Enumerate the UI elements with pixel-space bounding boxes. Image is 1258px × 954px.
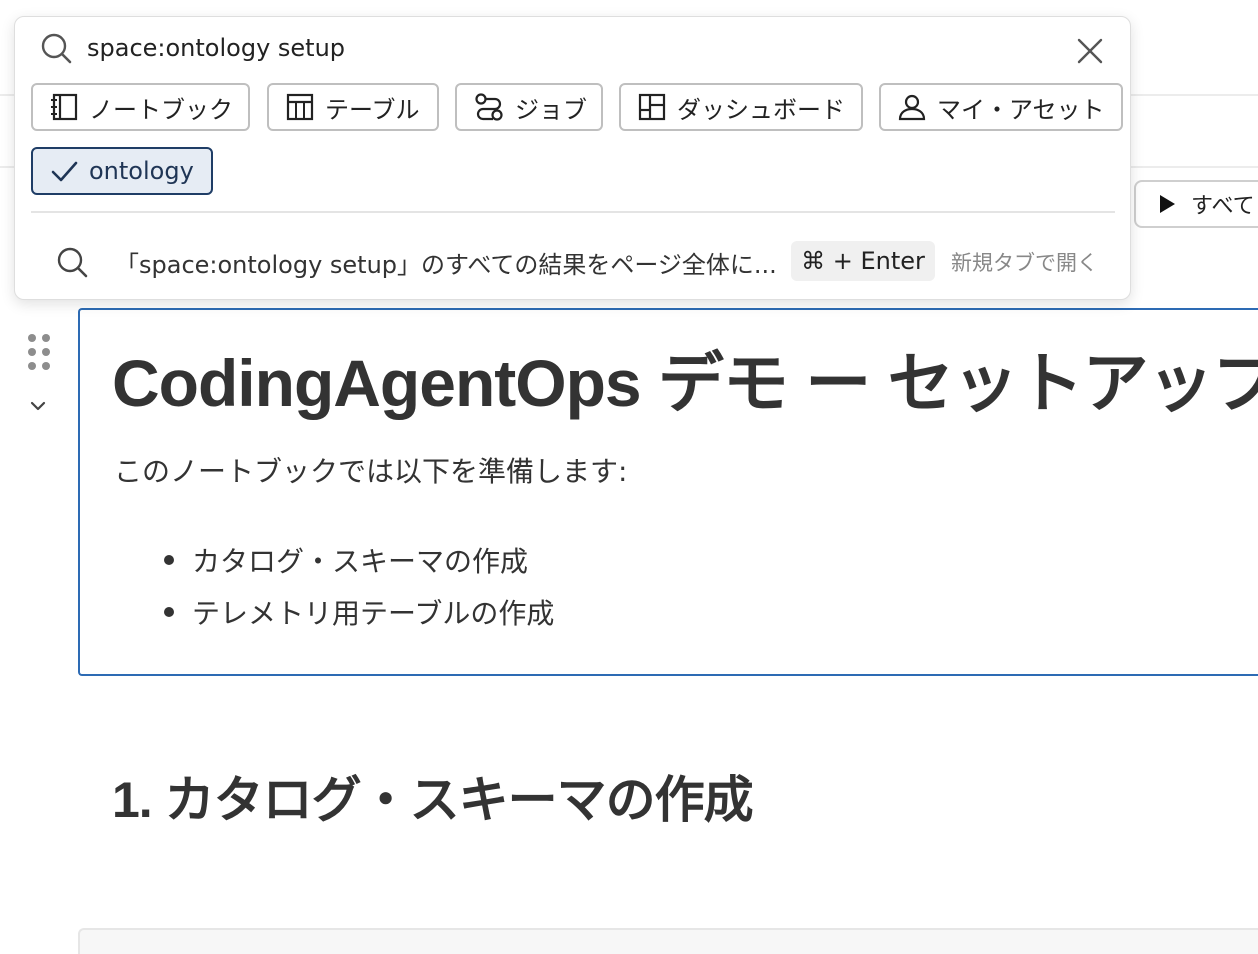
filter-my-assets-button[interactable]: マイ・アセット (879, 83, 1123, 131)
close-icon[interactable] (1075, 36, 1105, 66)
notebook-page: すべて CodingAgentOps デモ ー セットアップ このノートブックで… (0, 0, 1258, 954)
list-item: テレメトリ用テーブルの作成 (160, 586, 554, 638)
list-item: カタログ・スキーマの作成 (160, 534, 554, 586)
notebook-title: CodingAgentOps デモ ー セットアップ (112, 346, 1258, 420)
code-cell[interactable] (78, 928, 1258, 954)
check-icon (51, 161, 78, 182)
jobs-icon (475, 93, 503, 121)
cell-drag-handle-icon[interactable] (28, 334, 50, 370)
search-popover: ノートブック テーブル ジョブ (14, 16, 1131, 300)
dashboard-icon (638, 93, 666, 121)
run-all-button[interactable]: すべて (1134, 180, 1258, 228)
divider (31, 211, 1115, 213)
run-all-label: すべて (1191, 194, 1255, 219)
filter-jobs-button[interactable]: ジョブ (455, 83, 603, 131)
cell-intro-text: このノートブックでは以下を準備します: (114, 455, 628, 488)
notebook-icon (51, 93, 78, 121)
keyboard-shortcut-badge: ⌘ + Enter (791, 241, 935, 281)
filter-dashboard-button[interactable]: ダッシュボード (619, 83, 863, 131)
filter-ontology-chip[interactable]: ontology (31, 147, 213, 195)
search-input[interactable] (87, 29, 987, 67)
filter-table-button[interactable]: テーブル (267, 83, 439, 131)
open-new-tab-link[interactable]: 新規タブで開く (951, 247, 1098, 277)
play-icon (1160, 195, 1175, 213)
user-icon (898, 94, 926, 121)
search-icon (57, 247, 88, 278)
section-heading: 1. カタログ・スキーマの作成 (112, 772, 754, 828)
table-icon (286, 93, 314, 121)
search-icon (41, 33, 72, 64)
bullet-list: カタログ・スキーマの作成 テレメトリ用テーブルの作成 (160, 534, 554, 638)
filter-notebook-button[interactable]: ノートブック (31, 83, 250, 131)
chevron-down-icon[interactable] (26, 394, 50, 418)
search-all-results-link[interactable]: 「space:ontology setup」のすべての結果をページ全体に... (115, 245, 777, 280)
